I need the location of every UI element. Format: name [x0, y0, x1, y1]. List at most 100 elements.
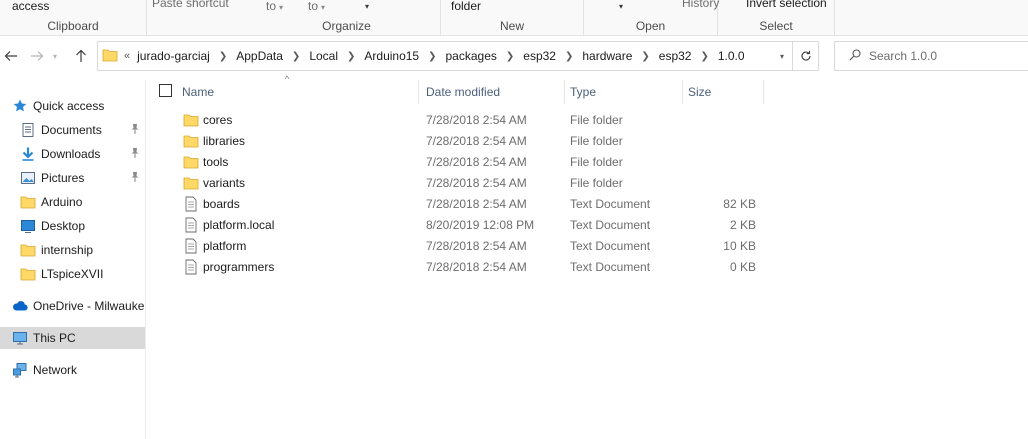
file-row[interactable]: libraries 7/28/2018 2:54 AM File folder: [147, 130, 767, 151]
search-input[interactable]: [869, 49, 1019, 63]
file-size: [687, 151, 756, 172]
file-name-cell[interactable]: boards: [183, 193, 240, 214]
breadcrumb-item[interactable]: packages: [444, 49, 499, 63]
nav-item-this-pc[interactable]: This PC: [0, 327, 145, 349]
history-button[interactable]: History: [670, 0, 719, 10]
address-bar[interactable]: « jurado-garciaj ❯ AppData ❯ Local ❯ Arduin…: [97, 41, 819, 71]
address-history-dropdown[interactable]: ▾: [774, 42, 790, 70]
file-name-cell[interactable]: tools: [183, 151, 228, 172]
nav-item-pictures[interactable]: Pictures: [0, 167, 145, 189]
chevron-down-icon: ▾: [321, 3, 326, 12]
pin-icon[interactable]: [130, 123, 140, 138]
file-type: Text Document: [570, 196, 651, 211]
select-all-checkbox[interactable]: [159, 84, 172, 97]
double-chevron-left-icon[interactable]: «: [124, 50, 130, 62]
chevron-right-icon[interactable]: ❯: [641, 51, 649, 62]
chevron-down-icon: ▾: [619, 2, 624, 11]
file-name: variants: [203, 175, 246, 190]
breadcrumb-item[interactable]: 1.0.0: [716, 49, 747, 63]
breadcrumb-item[interactable]: jurado-garciaj: [135, 49, 212, 63]
ribbon-group-new: folder New: [441, 0, 584, 36]
folder-icon: [183, 155, 199, 169]
nav-item-onedrive[interactable]: OneDrive - Milwauke: [0, 295, 145, 317]
file-date: 8/20/2019 12:08 PM: [426, 217, 535, 232]
pin-icon[interactable]: [130, 147, 140, 162]
file-row[interactable]: variants 7/28/2018 2:54 AM File folder: [147, 172, 767, 193]
file-type: File folder: [570, 175, 623, 190]
chevron-right-icon[interactable]: ❯: [292, 51, 300, 62]
nav-item-label: LTspiceXVII: [41, 267, 104, 281]
chevron-right-icon[interactable]: ❯: [219, 51, 227, 62]
file-name-cell[interactable]: programmers: [183, 256, 274, 277]
clipboard-access-button[interactable]: access: [12, 0, 49, 13]
breadcrumb-item[interactable]: esp32: [521, 49, 558, 63]
breadcrumb-item[interactable]: Arduino15: [362, 49, 421, 63]
chevron-right-icon[interactable]: ❯: [428, 51, 436, 62]
file-name: programmers: [203, 259, 275, 274]
ribbon-group-select: Invert selection Select: [718, 0, 835, 36]
nav-item-downloads[interactable]: Downloads: [0, 143, 145, 165]
nav-item-label: Documents: [41, 123, 102, 137]
column-header-name[interactable]: Name: [177, 80, 419, 104]
navigation-pane: Quick access Documents Downloads Picture…: [0, 80, 146, 439]
breadcrumb-item[interactable]: AppData: [234, 49, 285, 63]
open-dropdown[interactable]: ▾: [616, 0, 623, 12]
nav-item-documents[interactable]: Documents: [0, 119, 145, 141]
file-row[interactable]: platform.local 8/20/2019 12:08 PM Text Doc…: [147, 214, 767, 235]
ribbon-group-label: New: [499, 19, 524, 33]
chevron-right-icon[interactable]: ❯: [565, 51, 573, 62]
chevron-right-icon[interactable]: ❯: [506, 51, 514, 62]
file-name-cell[interactable]: platform: [183, 235, 246, 256]
refresh-button[interactable]: [792, 42, 818, 70]
chevron-down-icon: ▾: [279, 3, 284, 12]
forward-button[interactable]: [28, 47, 46, 65]
refresh-icon: [800, 50, 811, 61]
file-row[interactable]: programmers 7/28/2018 2:54 AM Text Documen…: [147, 256, 767, 277]
column-header-date[interactable]: Date modified: [421, 80, 565, 104]
file-row[interactable]: cores 7/28/2018 2:54 AM File folder: [147, 109, 767, 130]
pin-icon[interactable]: [130, 171, 140, 186]
nav-item-arduino[interactable]: Arduino: [0, 191, 145, 213]
column-header-size[interactable]: Size: [683, 80, 764, 104]
up-button[interactable]: [72, 47, 90, 65]
file-type: File folder: [570, 154, 623, 169]
nav-item-internship[interactable]: internship: [0, 239, 145, 261]
nav-item-label: OneDrive - Milwauke: [33, 299, 145, 313]
chevron-right-icon[interactable]: ❯: [347, 51, 355, 62]
delete-dropdown[interactable]: ▾: [362, 0, 369, 12]
new-folder-button[interactable]: folder: [451, 0, 481, 13]
nav-item-desktop[interactable]: Desktop: [0, 215, 145, 237]
search-box[interactable]: [834, 41, 1028, 71]
nav-item-quick-access[interactable]: Quick access: [0, 95, 145, 117]
file-row[interactable]: boards 7/28/2018 2:54 AM Text Document 82 K…: [147, 193, 767, 214]
file-name-cell[interactable]: libraries: [183, 130, 245, 151]
folder-icon: [183, 113, 199, 127]
file-name-cell[interactable]: variants: [183, 172, 245, 193]
text-document-icon: [183, 217, 199, 233]
arrow-up-icon: [76, 49, 86, 62]
nav-item-network[interactable]: Network: [0, 359, 145, 381]
copy-to-button[interactable]: to ▾: [308, 0, 325, 13]
file-row[interactable]: platform 7/28/2018 2:54 AM Text Document 10…: [147, 235, 767, 256]
chevron-right-icon[interactable]: ❯: [700, 51, 708, 62]
desktop-icon: [20, 218, 36, 234]
move-to-button[interactable]: to ▾: [266, 0, 283, 13]
file-row[interactable]: tools 7/28/2018 2:54 AM File folder: [147, 151, 767, 172]
file-name-cell[interactable]: cores: [183, 109, 232, 130]
ribbon-group-label: Clipboard: [47, 19, 99, 33]
back-button[interactable]: [2, 47, 20, 65]
nav-item-label: Pictures: [41, 171, 85, 185]
invert-selection-button[interactable]: Invert selection: [730, 0, 827, 10]
nav-item-ltspicexvii[interactable]: LTspiceXVII: [0, 263, 145, 285]
breadcrumb-item[interactable]: Local: [307, 49, 340, 63]
recent-locations-button[interactable]: ▾: [50, 47, 60, 65]
text-document-icon: [183, 238, 199, 254]
chevron-down-icon: ▾: [365, 2, 370, 11]
file-size: 2 KB: [729, 217, 756, 232]
file-name-cell[interactable]: platform.local: [183, 214, 274, 235]
breadcrumb-item[interactable]: esp32: [657, 49, 694, 63]
column-header-type[interactable]: Type: [565, 80, 683, 104]
ribbon-group-label: Open: [635, 19, 666, 33]
ribbon-group-organize-spacer: [147, 0, 253, 36]
breadcrumb-item[interactable]: hardware: [580, 49, 634, 63]
